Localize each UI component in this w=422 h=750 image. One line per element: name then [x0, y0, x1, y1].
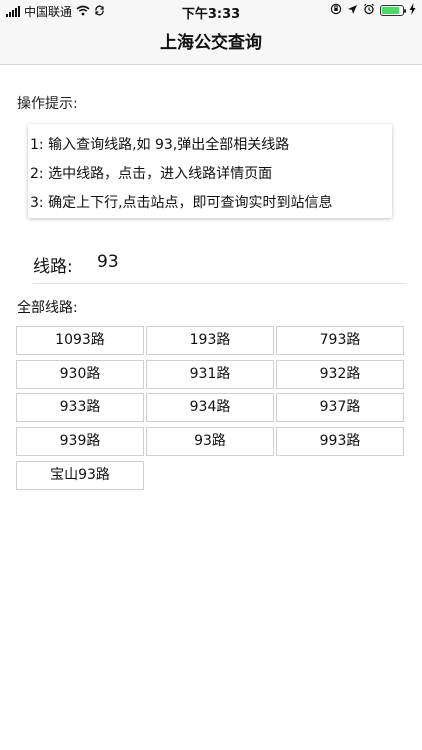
battery-icon: [380, 5, 406, 16]
tips-heading: 操作提示:: [17, 96, 78, 112]
route-button-793[interactable]: 793路: [276, 326, 404, 355]
route-button-930[interactable]: 930路: [16, 360, 144, 389]
input-divider: [33, 283, 406, 284]
route-button-937[interactable]: 937路: [276, 393, 404, 422]
route-button-93[interactable]: 93路: [146, 427, 274, 456]
status-bar: 中国联通 下午3:33: [0, 0, 422, 22]
route-button-193[interactable]: 193路: [146, 326, 274, 355]
rotation-lock-icon: [330, 3, 342, 18]
alarm-icon: [363, 3, 375, 18]
all-routes-heading: 全部线路:: [17, 300, 78, 316]
route-button-932[interactable]: 932路: [276, 360, 404, 389]
route-button-933[interactable]: 933路: [16, 393, 144, 422]
charging-icon: [409, 3, 416, 18]
location-icon: [347, 4, 358, 18]
status-right: [330, 3, 416, 18]
route-button-931[interactable]: 931路: [146, 360, 274, 389]
route-button-939[interactable]: 939路: [16, 427, 144, 456]
navigation-bar: 上海公交查询: [0, 22, 422, 65]
tips-card: 1: 输入查询线路,如 93,弹出全部相关线路 2: 选中线路，点击，进入线路详…: [28, 124, 392, 218]
route-button-1093[interactable]: 1093路: [16, 326, 144, 355]
battery-level-fill: [382, 7, 399, 14]
route-input-label: 线路:: [33, 257, 73, 277]
route-button-baoshan-93[interactable]: 宝山93路: [16, 461, 144, 490]
route-input[interactable]: 93: [97, 252, 119, 272]
tip-1: 1: 输入查询线路,如 93,弹出全部相关线路: [30, 137, 290, 153]
route-button-934[interactable]: 934路: [146, 393, 274, 422]
tip-3: 3: 确定上下行,点击站点，即可查询实时到站信息: [30, 195, 333, 211]
tip-2: 2: 选中线路，点击，进入线路详情页面: [30, 166, 273, 182]
page-title: 上海公交查询: [160, 33, 262, 53]
app-screen: 中国联通 下午3:33 上海公交查询 操作提示: 1: 输入查询线路,如 93,…: [0, 0, 422, 750]
route-button-993[interactable]: 993路: [276, 427, 404, 456]
